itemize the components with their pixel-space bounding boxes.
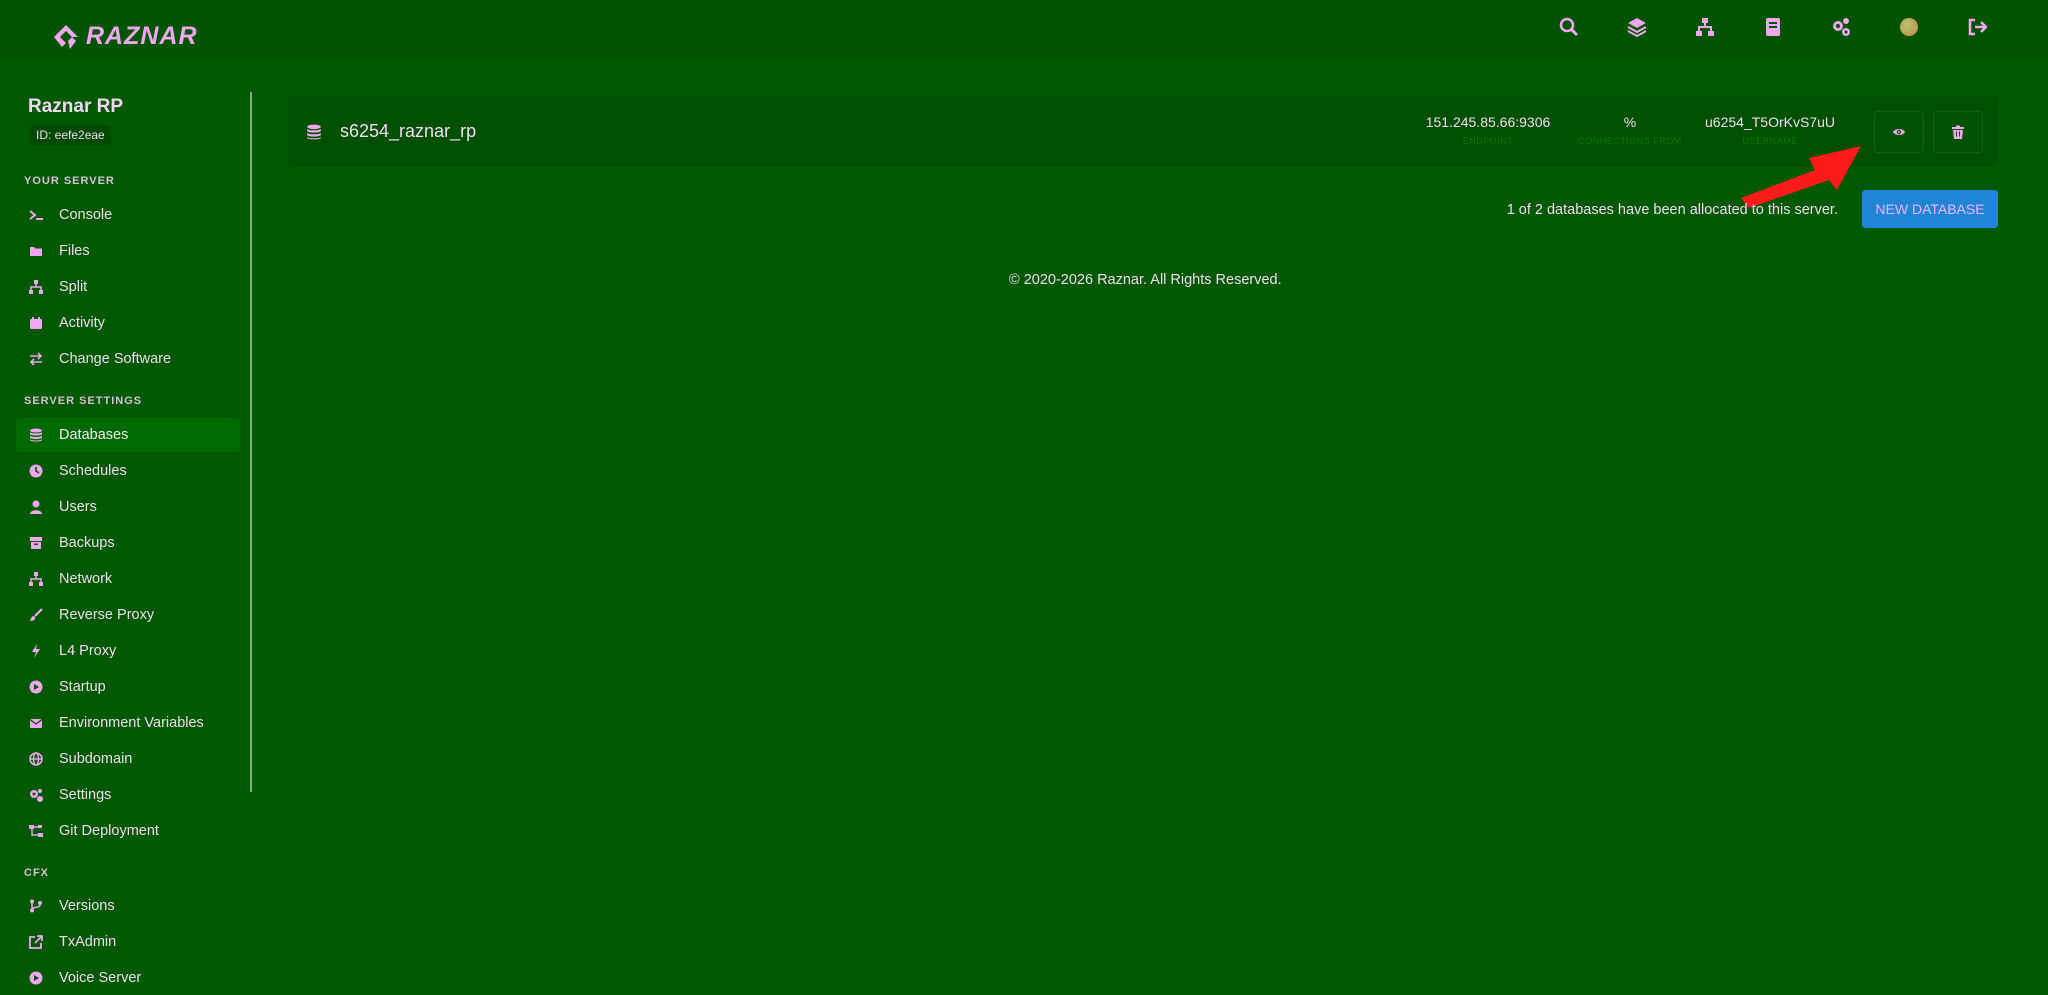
sidebar-item-txadmin[interactable]: TxAdmin	[16, 925, 240, 959]
envelope-icon	[28, 715, 44, 731]
avatar-image	[1900, 18, 1918, 36]
sidebar-item-label: Reverse Proxy	[59, 607, 155, 623]
avatar[interactable]	[1898, 16, 1920, 38]
exchange-icon	[28, 351, 44, 367]
database-icon	[28, 427, 44, 443]
archive-icon	[28, 535, 44, 551]
logo-mark-icon	[54, 24, 78, 49]
sidebar-item-l4-proxy[interactable]: L4 Proxy	[16, 634, 240, 668]
book-icon[interactable]	[1762, 16, 1784, 38]
section-your-server: YOUR SERVER	[24, 175, 115, 187]
folder-icon	[28, 243, 44, 259]
sidebar-item-backups[interactable]: Backups	[16, 526, 240, 560]
view-details-button[interactable]	[1874, 111, 1924, 153]
sign-out-icon[interactable]	[1966, 16, 1988, 38]
sidebar-item-label: Environment Variables	[59, 715, 204, 731]
connections-value: %	[1623, 114, 1637, 130]
bolt-icon	[28, 643, 44, 659]
trash-icon	[1952, 125, 1964, 139]
sidebar-item-label: Git Deployment	[59, 823, 159, 839]
brand-name: RAZNAR	[86, 22, 198, 50]
sidebar-item-activity[interactable]: Activity	[16, 306, 240, 340]
sidebar-item-label: Files	[59, 243, 90, 259]
sidebar-item-subdomain[interactable]: Subdomain	[16, 742, 240, 776]
calendar-icon	[28, 315, 44, 331]
play-icon	[28, 679, 44, 695]
sidebar-item-label: Users	[59, 499, 97, 515]
sidebar-item-label: Versions	[59, 898, 115, 914]
brand-logo[interactable]: RAZNAR	[52, 22, 198, 51]
external-link-icon	[28, 934, 44, 950]
sidebar-item-files[interactable]: Files	[16, 234, 240, 268]
sidebar-item-network[interactable]: Network	[16, 562, 240, 596]
brush-icon	[28, 607, 44, 623]
terminal-icon	[28, 207, 44, 223]
sidebar-item-settings[interactable]: Settings	[16, 778, 240, 812]
sidebar-item-label: Console	[59, 207, 113, 223]
sidebar-item-label: Network	[59, 571, 113, 587]
search-icon[interactable]	[1558, 16, 1580, 38]
annotation-arrow-icon	[1741, 146, 1861, 208]
sidebar-item-label: L4 Proxy	[59, 643, 117, 659]
sidebar-item-change-software[interactable]: Change Software	[16, 342, 240, 376]
clock-icon	[28, 463, 44, 479]
sidebar-item-label: Change Software	[59, 351, 172, 367]
eye-icon	[1893, 129, 1905, 135]
server-name: Raznar RP	[28, 96, 124, 117]
username-value[interactable]: u6254_T5OrKvS7uU	[1702, 114, 1838, 130]
new-database-button[interactable]: NEW DATABASE	[1862, 190, 1998, 228]
sidebar-item-schedules[interactable]: Schedules	[16, 454, 240, 488]
code-branch-icon	[28, 898, 44, 914]
delete-database-button[interactable]	[1933, 111, 1983, 153]
sidebar-item-voice-server[interactable]: Voice Server	[16, 961, 240, 995]
header-icons	[1558, 16, 1988, 38]
connections-label: CONNECTIONS FROM	[1578, 136, 1682, 146]
section-cfx: CFX	[24, 867, 49, 879]
sidebar-item-label: Subdomain	[59, 751, 133, 767]
sitemap-icon	[28, 279, 44, 295]
user-icon	[28, 499, 44, 515]
server-id-badge: ID: eefe2eae	[30, 125, 111, 145]
sidebar-item-label: Schedules	[59, 463, 127, 479]
sidebar-item-label: Activity	[59, 315, 105, 331]
database-name: s6254_raznar_rp	[340, 121, 477, 141]
network-icon[interactable]	[1694, 16, 1716, 38]
sidebar-item-label: Split	[59, 279, 88, 295]
sidebar-item-startup[interactable]: Startup	[16, 670, 240, 704]
sidebar-item-environment-variables[interactable]: Environment Variables	[16, 706, 240, 740]
sidebar-item-databases[interactable]: Databases	[16, 418, 240, 452]
play-icon	[28, 970, 44, 986]
globe-icon	[28, 751, 44, 767]
sidebar-item-label: Databases	[59, 427, 129, 443]
connections-column: % CONNECTIONS FROM	[1576, 114, 1684, 146]
sidebar-item-users[interactable]: Users	[16, 490, 240, 524]
sidebar-item-split[interactable]: Split	[16, 270, 240, 304]
layers-icon[interactable]	[1626, 16, 1648, 38]
top-bar: RAZNAR	[0, 0, 2048, 58]
sidebar-item-label: Voice Server	[59, 970, 142, 986]
cogs-icon	[28, 787, 44, 803]
sidebar-item-label: TxAdmin	[59, 934, 117, 950]
sidebar-item-label: Settings	[59, 787, 112, 803]
cogs-icon[interactable]	[1830, 16, 1852, 38]
endpoint-value[interactable]: 151.245.85.66:9306	[1422, 114, 1554, 130]
sidebar-item-console[interactable]: Console	[16, 198, 240, 232]
endpoint-column: 151.245.85.66:9306 ENDPOINT	[1422, 114, 1554, 146]
git-icon	[28, 823, 44, 839]
section-server-settings: SERVER SETTINGS	[24, 395, 143, 407]
sidebar-item-versions[interactable]: Versions	[16, 889, 240, 923]
sidebar-divider	[250, 92, 252, 792]
footer-copyright: © 2020-2026 Raznar. All Rights Reserved.	[1009, 272, 1282, 288]
endpoint-label: ENDPOINT	[1462, 136, 1514, 146]
allocation-text: 1 of 2 databases have been allocated to …	[1506, 202, 1838, 218]
network-icon	[28, 571, 44, 587]
sidebar-item-label: Backups	[59, 535, 115, 551]
sidebar-item-reverse-proxy[interactable]: Reverse Proxy	[16, 598, 240, 632]
database-icon	[307, 124, 321, 140]
sidebar-item-git-deployment[interactable]: Git Deployment	[16, 814, 240, 848]
sidebar-item-label: Startup	[59, 679, 106, 695]
